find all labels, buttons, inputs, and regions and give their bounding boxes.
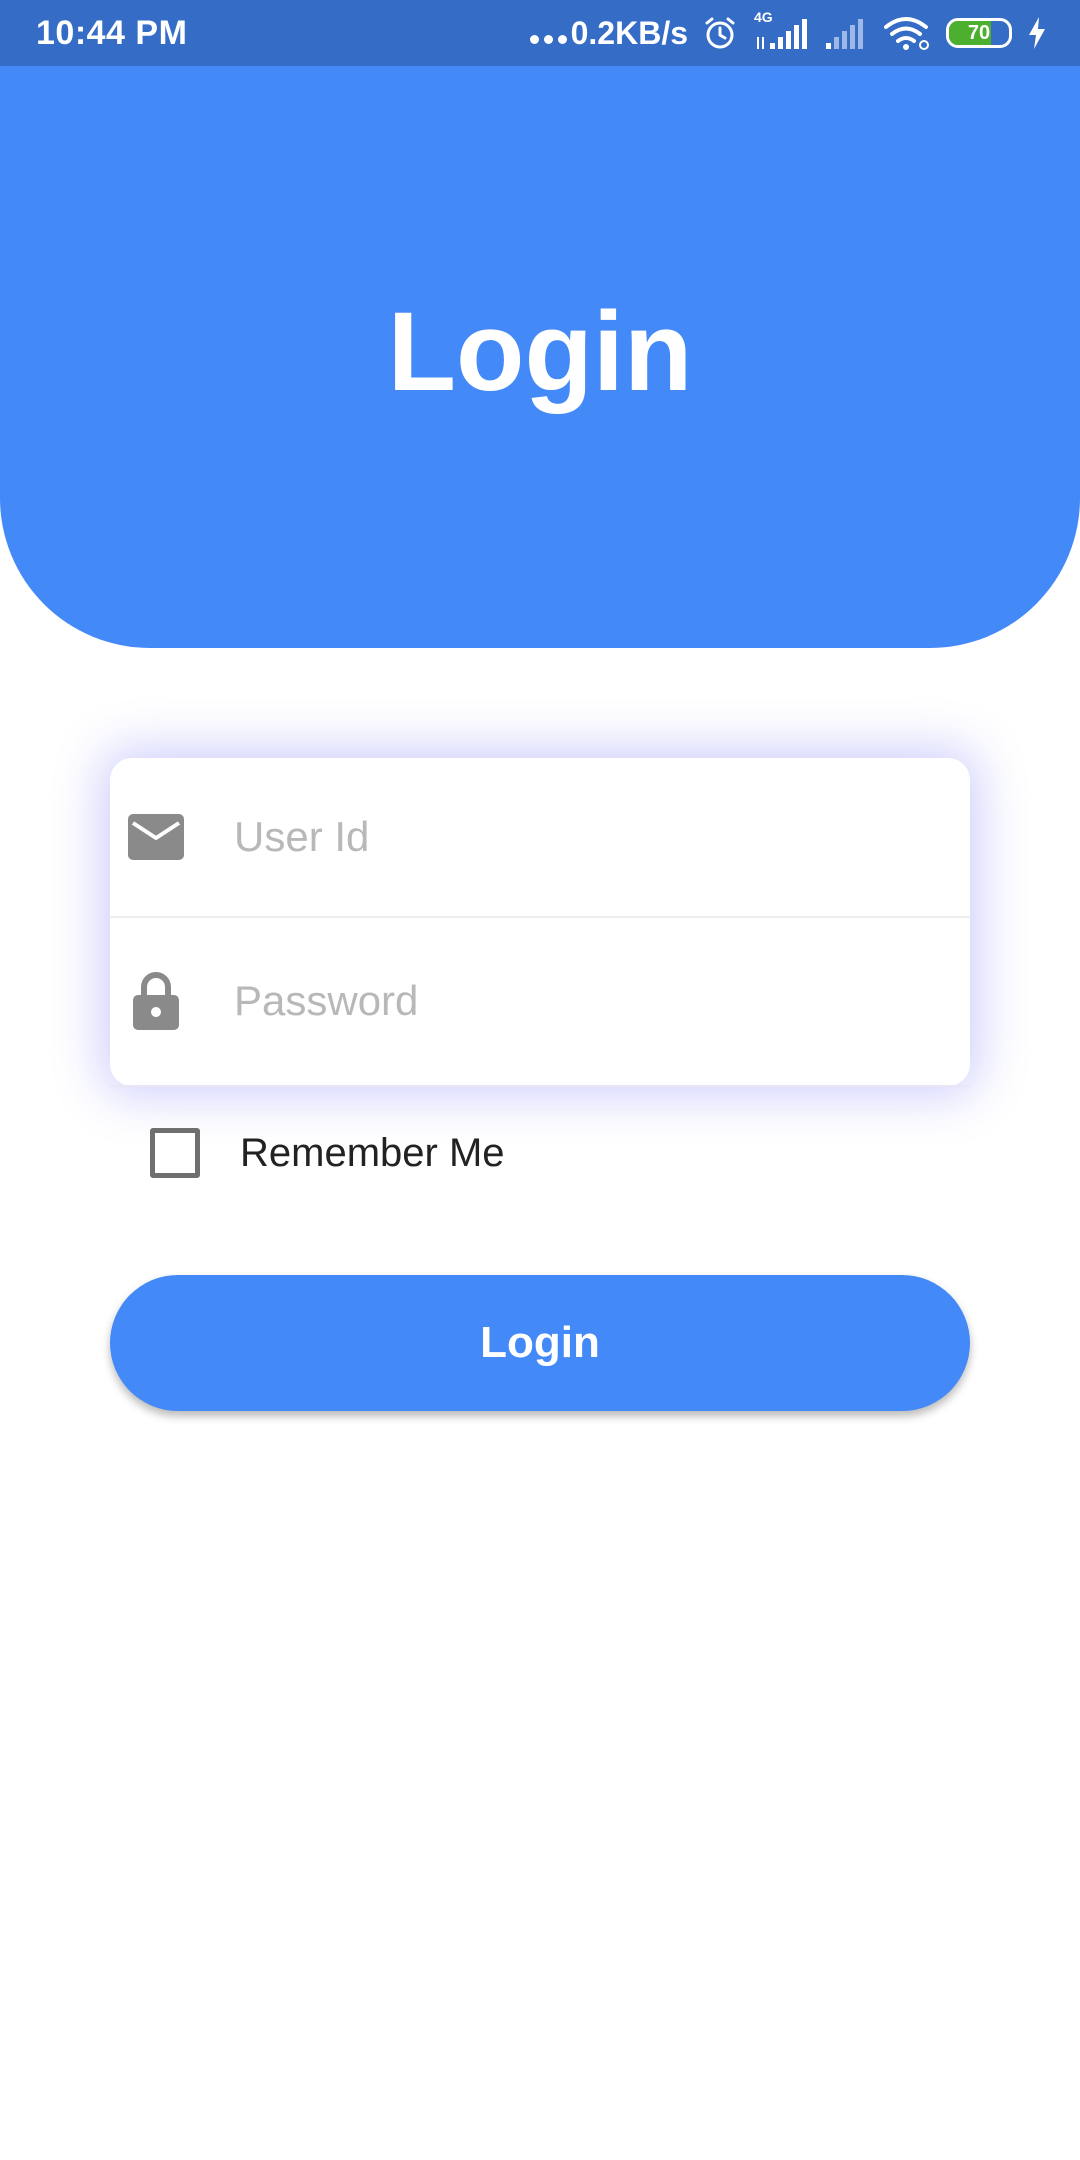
wifi-icon <box>882 15 932 51</box>
remember-me-checkbox[interactable] <box>150 1128 200 1178</box>
signal-4g-icon: 4G <box>752 9 810 51</box>
battery-level-text: 70 <box>967 21 991 44</box>
network-speed: 0.2KB/s <box>529 14 688 52</box>
network-speed-text: 0.2KB/s <box>570 14 688 51</box>
header-banner: Login <box>0 66 1080 648</box>
login-button[interactable]: Login <box>110 1275 970 1411</box>
user-id-row <box>110 758 970 918</box>
page-title: Login <box>387 288 693 414</box>
login-form-card <box>110 758 970 1086</box>
battery-icon: 70 <box>946 18 1012 48</box>
status-time: 10:44 PM <box>36 13 188 52</box>
more-dots-icon <box>529 34 567 44</box>
network-type-text: 4G <box>754 9 773 25</box>
remember-me-toggle[interactable]: Remember Me <box>150 1128 505 1178</box>
alarm-icon <box>702 15 738 51</box>
lock-icon <box>128 972 184 1030</box>
charging-bolt-icon <box>1026 16 1048 50</box>
user-id-input[interactable] <box>234 807 950 867</box>
mail-icon <box>128 809 184 865</box>
signal-icon <box>824 15 868 51</box>
status-bar: 10:44 PM 0.2KB/s 4G 70 <box>0 0 1080 66</box>
password-row <box>110 918 970 1084</box>
form-divider <box>110 1085 970 1087</box>
remember-me-label: Remember Me <box>240 1130 505 1175</box>
status-icons: 0.2KB/s 4G 70 <box>529 9 1048 52</box>
password-input[interactable] <box>234 971 950 1031</box>
